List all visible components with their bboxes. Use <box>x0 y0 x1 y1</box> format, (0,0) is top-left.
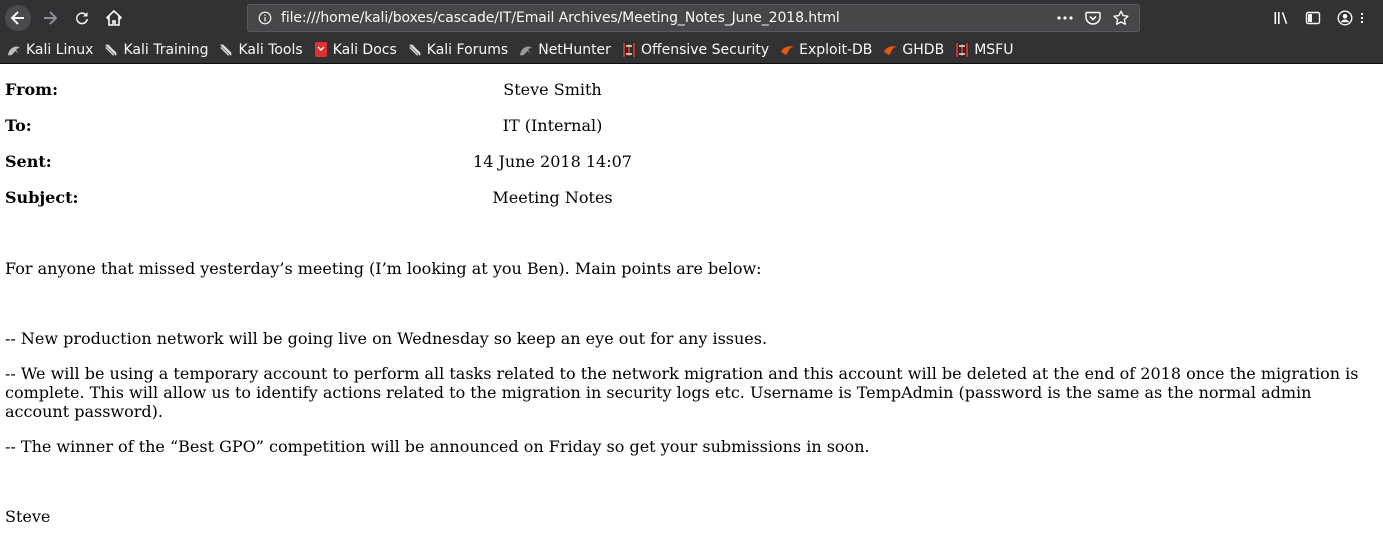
kali-dragon-icon <box>103 42 119 58</box>
reload-icon <box>76 12 88 25</box>
bookmark-star-icon[interactable] <box>1109 8 1133 28</box>
email-page: From: Steve Smith To: IT (Internal) Sent… <box>0 64 1383 554</box>
browser-chrome: file:///home/kali/boxes/cascade/IT/Email… <box>0 0 1383 64</box>
point-2-paragraph: -- We will be using a temporary account … <box>5 364 1359 421</box>
navigation-toolbar: file:///home/kali/boxes/cascade/IT/Email… <box>0 0 1383 36</box>
from-value: Steve Smith <box>503 80 602 99</box>
arrow-left-icon <box>10 11 24 25</box>
kali-dragon-icon <box>218 42 234 58</box>
sent-row: Sent: 14 June 2018 14:07 <box>5 152 1378 188</box>
kali-dragon-icon <box>6 42 22 58</box>
offsec-icon <box>954 41 970 58</box>
point-1-paragraph: -- New production network will be going … <box>5 329 768 348</box>
home-icon <box>106 10 122 26</box>
kali-dragon-icon <box>407 42 423 58</box>
home-button[interactable] <box>100 5 128 31</box>
back-button[interactable] <box>5 5 31 31</box>
arrow-right-icon <box>44 11 58 25</box>
reload-button[interactable] <box>68 5 96 31</box>
sidebar-icon[interactable] <box>1297 5 1329 31</box>
subject-value: Meeting Notes <box>492 188 613 207</box>
forward-button[interactable] <box>36 5 64 31</box>
subject-row: Subject: Meeting Notes <box>5 188 1378 224</box>
ghdb-icon <box>882 42 898 58</box>
bookmark-kali-tools[interactable]: Kali Tools <box>218 42 303 58</box>
menu-icon[interactable] <box>1361 5 1383 31</box>
page-actions-icon[interactable] <box>1053 8 1077 28</box>
point-3-paragraph: -- The winner of the “Best GPO” competit… <box>5 437 870 456</box>
intro-paragraph: For anyone that missed yesterday’s meeti… <box>5 259 762 278</box>
signature: Steve <box>5 507 51 526</box>
url-text[interactable]: file:///home/kali/boxes/cascade/IT/Email… <box>281 10 1053 26</box>
account-icon[interactable] <box>1329 5 1361 31</box>
bookmark-kali-forums[interactable]: Kali Forums <box>407 42 508 58</box>
kali-docs-icon <box>313 42 329 58</box>
to-row: To: IT (Internal) <box>5 116 1378 152</box>
bookmark-kali-docs[interactable]: Kali Docs <box>313 42 397 58</box>
bookmark-kali-training[interactable]: Kali Training <box>103 42 208 58</box>
bookmarks-toolbar: Kali Linux Kali Training Kali Tools Kali… <box>0 36 1383 63</box>
nethunter-icon <box>518 42 534 58</box>
sent-value: 14 June 2018 14:07 <box>473 152 632 171</box>
bookmark-offensive-security[interactable]: Offensive Security <box>621 41 769 58</box>
library-icon[interactable] <box>1265 5 1297 31</box>
bookmark-kali-linux[interactable]: Kali Linux <box>6 42 93 58</box>
to-value: IT (Internal) <box>502 116 603 135</box>
exploit-db-icon <box>779 42 795 58</box>
toolbar-right <box>1265 5 1383 31</box>
address-bar[interactable]: file:///home/kali/boxes/cascade/IT/Email… <box>247 4 1140 32</box>
pocket-icon[interactable] <box>1081 8 1105 28</box>
site-info-icon[interactable] <box>257 10 273 26</box>
bookmark-ghdb[interactable]: GHDB <box>882 42 944 58</box>
from-row: From: Steve Smith <box>5 80 1378 116</box>
bookmark-nethunter[interactable]: NetHunter <box>518 42 611 58</box>
bookmark-msfu[interactable]: MSFU <box>954 41 1013 58</box>
bookmark-exploit-db[interactable]: Exploit-DB <box>779 42 872 58</box>
offsec-icon <box>621 41 637 58</box>
